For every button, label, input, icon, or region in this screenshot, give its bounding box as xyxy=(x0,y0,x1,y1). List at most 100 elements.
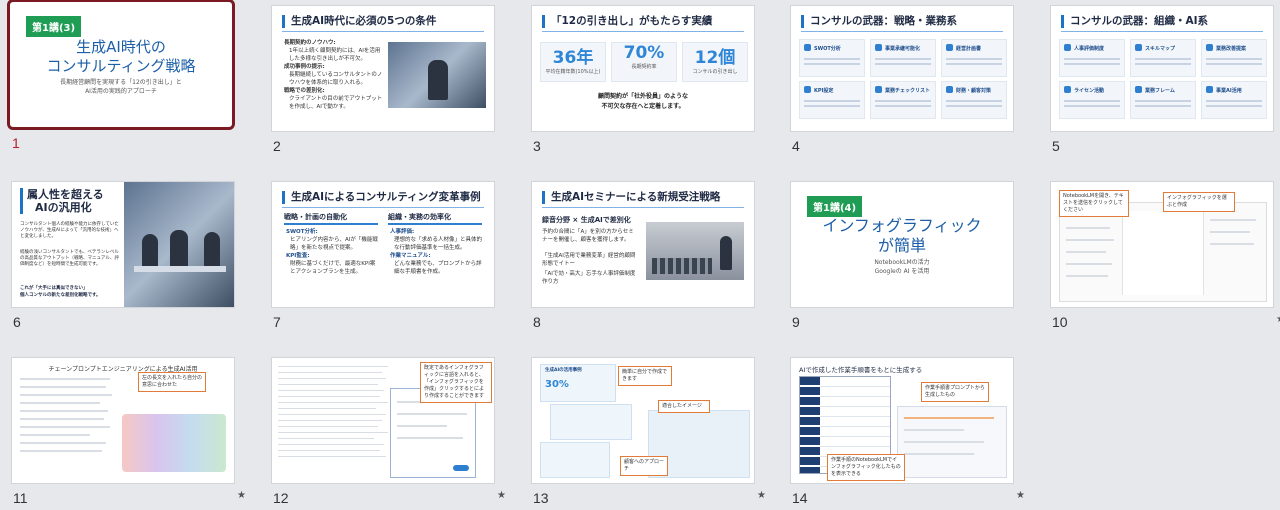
weapon-card: 経営計画書 xyxy=(941,39,1007,77)
weapon-card: ライセン活動 xyxy=(1059,81,1125,119)
slide-header: 生成AIによるコンサルティング変革事例 xyxy=(282,191,484,204)
slide-title-line2: コンサルティング戦略 xyxy=(46,57,196,75)
item-body: 1年以上続く顧問契約には、AIを活用した多様な引き出しが不可欠。 xyxy=(289,48,381,62)
bullet-item: 「AIで効・高大」忘手な人事評価制度作り方 xyxy=(542,271,636,285)
slide-number: 9 xyxy=(792,314,800,330)
highlight-text: これが「大手には真似できない」 xyxy=(20,286,88,291)
stat-label: 長期契約率 xyxy=(631,64,657,70)
stat-label: コンサルの引き出し xyxy=(692,69,738,75)
weapon-card: 財務・顧客対策 xyxy=(941,81,1007,119)
stat-label: 平均在籍年数(10%以上) xyxy=(545,69,601,75)
slide-preview: NotebookLMを開き、テキストを送信をクリックしてください インフォグラフ… xyxy=(1050,181,1274,308)
callout: 既定であるインフォグラフィックに言語を入れると、「インフォグラフィックを作成」ク… xyxy=(420,362,492,403)
weapon-card: 業務フレーム xyxy=(1130,81,1196,119)
slide-preview: 第1講(3) 生成AI時代の コンサルティング戦略 長期経営顧問を実現する「12… xyxy=(7,0,235,130)
weapon-card: 人事評価制度 xyxy=(1059,39,1125,77)
slide-number: 13 xyxy=(533,490,549,506)
slide-preview: 生成AI時代に必須の5つの条件 長期契約のノウハウ: 1年以上続く顧問契約には、… xyxy=(271,5,495,132)
header-divider xyxy=(801,31,1003,32)
item-body: クライアントの目の前でアウトプットを作成し、AIで動かす。 xyxy=(289,96,383,110)
slide-subtitle-line2: Googleの AI を活用 xyxy=(874,268,930,275)
slide-preview: 属人性を超える AIの汎用化 コンサルタント個人の経験や能力に依存していたノウハウ… xyxy=(11,181,235,308)
subhead: 録音分野 × 生成AIで差別化 xyxy=(542,216,631,224)
note-text: 顧問契約が「社外役員」のような xyxy=(597,93,688,100)
slide-title: 生成AI時代の xyxy=(76,38,166,56)
stat-value: 36年 xyxy=(552,48,594,68)
app-screenshot xyxy=(1059,202,1267,302)
stat-value: 12個 xyxy=(694,48,736,68)
weapon-card: スキルマップ xyxy=(1130,39,1196,77)
callout: 作業手順のNotebookLMでインフォグラフィック化したものを表示できる xyxy=(827,454,905,481)
lecture-tag: 第1講(4) xyxy=(807,196,863,217)
slide-preview: コンサルの武器：組織・AI系 人事評価制度 スキルマップ 業務改善提案 ライセン… xyxy=(1050,5,1274,132)
slide-header: AIで作成した作業手順書をもとに生成する xyxy=(799,366,923,374)
header-divider xyxy=(542,207,744,208)
star-icon: ★ xyxy=(1016,490,1025,501)
item-head: 戦略での差別化: xyxy=(284,88,325,94)
slide-preview: 生成AIによるコンサルティング変革事例 戦略・計画の自動化 組織・実務の効率化 … xyxy=(271,181,495,308)
seminar-photo xyxy=(646,222,744,280)
slide-subtitle: NotebookLMの活力 xyxy=(874,259,930,266)
stat-card: 36年 平均在籍年数(10%以上) xyxy=(540,42,606,82)
meeting-photo xyxy=(124,182,234,307)
callout: インフォグラフィックを選ぶと作成 xyxy=(1163,192,1235,212)
weapon-card: 業務チェックリスト xyxy=(870,81,936,119)
header-divider xyxy=(542,31,744,32)
slide-header: 「12の引き出し」がもたらす実績 xyxy=(542,15,744,28)
star-icon: ★ xyxy=(237,490,246,501)
lecture-tag: 第1講(3) xyxy=(26,16,82,37)
weapon-card: 業務改善提案 xyxy=(1201,39,1267,77)
header-divider xyxy=(282,207,484,208)
weapon-card: KPI設定 xyxy=(799,81,865,119)
slide-number: 2 xyxy=(273,138,281,154)
header-divider xyxy=(282,31,484,32)
slide-number: 1 xyxy=(12,135,20,151)
star-icon: ★ xyxy=(1276,314,1280,325)
slide-number: 11 xyxy=(13,490,28,506)
slide-number: 4 xyxy=(792,138,800,154)
slide-number: 7 xyxy=(273,314,281,330)
infographic-image xyxy=(122,414,226,472)
item-head: 長期契約のノウハウ: xyxy=(284,40,336,46)
slide-subtitle-line2: AI活用の実践的アプローチ xyxy=(85,88,157,95)
infographic-panel: 生成AIの活用事例 30% xyxy=(540,364,616,402)
header-divider xyxy=(1061,31,1263,32)
weapon-card: 事業AI活用 xyxy=(1201,81,1267,119)
slide-header: コンサルの武器：戦略・業務系 xyxy=(801,15,1003,28)
callout: 簡単に自分で作成できます xyxy=(618,366,672,386)
stat-card: 12個 コンサルの引き出し xyxy=(682,42,748,82)
stat-card: 70% 長期契約率 xyxy=(611,42,677,82)
slide-preview: 第1講(4) インフォグラフィック が簡単 NotebookLMの活力 Goog… xyxy=(790,181,1014,308)
slide-number: 8 xyxy=(533,314,541,330)
weapon-card: SWOT分析 xyxy=(799,39,865,77)
body-text: 予約の合間に「A」を別の方からセミナーを開催し、顧客を獲得します。 xyxy=(542,229,634,243)
stat-value: 70% xyxy=(623,43,665,63)
slide-title: インフォグラフィック xyxy=(822,216,982,235)
slide-number: 6 xyxy=(13,314,21,330)
item-body: 長期継続しているコンサルタントのノウハウを体系的に取り入れる。 xyxy=(289,72,383,86)
callout: 顧客へのアプローチ xyxy=(620,456,668,476)
slide-number: 5 xyxy=(1052,138,1060,154)
bullet-item: 「生成AI活用で業務変革」経営的顧問形態でイトー xyxy=(542,253,636,267)
callout: 左の長文を入れたら自分の意思に合わせた xyxy=(138,372,206,392)
callout: 作業手順書プロンプトから生成したもの xyxy=(921,382,989,402)
slide-header: コンサルの武器：組織・AI系 xyxy=(1061,15,1263,28)
callout: NotebookLMを開き、テキストを送信をクリックしてください xyxy=(1059,190,1129,217)
slide-preview: コンサルの武器：戦略・業務系 SWOT分析 事業承継可能化 経営計画書 KPI設… xyxy=(790,5,1014,132)
slide-preview: 「12の引き出し」がもたらす実績 36年 平均在籍年数(10%以上) 70% 長… xyxy=(531,5,755,132)
note-text-line2: 不可欠な存在へと定着します。 xyxy=(601,103,685,110)
office-photo xyxy=(388,42,486,108)
slide-preview: 既定であるインフォグラフィックに言語を入れると、「インフォグラフィックを作成」ク… xyxy=(271,357,495,484)
weapon-card: 事業承継可能化 xyxy=(870,39,936,77)
slide-number: 3 xyxy=(533,138,541,154)
slide-number: 12 xyxy=(273,490,289,506)
body-text: コンサルタント個人の経験や能力に依存していたノウハウが、生成AIによって「汎用的… xyxy=(20,222,119,239)
condition-list: 長期契約のノウハウ: 1年以上続く顧問契約には、AIを活用した多様な引き出しが不… xyxy=(284,39,384,111)
slide-header: 生成AI時代に必須の5つの条件 xyxy=(282,15,484,28)
slide-title-line2: が簡単 xyxy=(877,236,926,255)
slide-title: 属人性を超える AIの汎用化 xyxy=(20,188,104,214)
infographic-panel xyxy=(897,406,1007,478)
slide-preview: 生成AIセミナーによる新規受注戦略 録音分野 × 生成AIで差別化 予約の合間に… xyxy=(531,181,755,308)
slide-preview: チェーンプロンプトエンジニアリングによる生成AI活用 左の長文を入れたら自分の意… xyxy=(11,357,235,484)
star-icon: ★ xyxy=(757,490,766,501)
